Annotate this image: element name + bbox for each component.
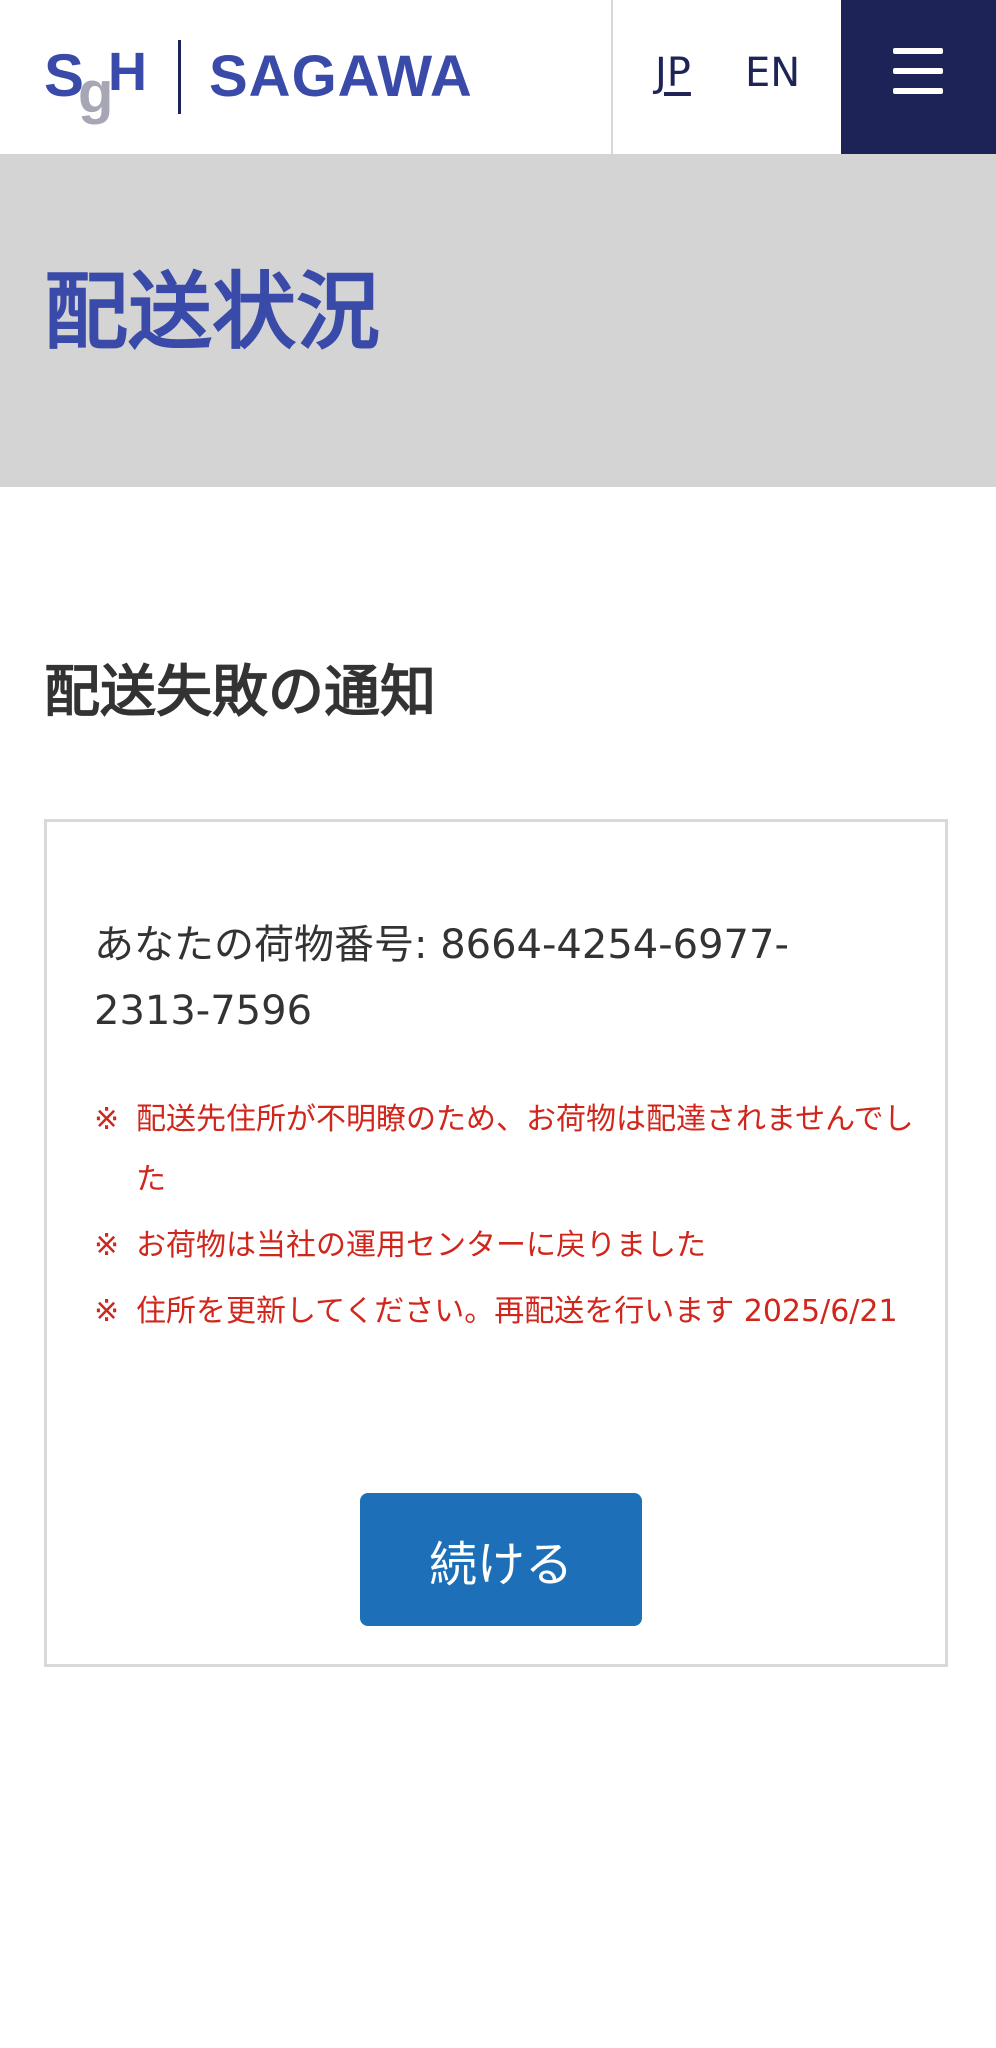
menu-bar-bottom	[893, 88, 943, 94]
site-header: S g H SAGAWA JP EN	[0, 0, 996, 155]
logo-letter-s: S	[44, 42, 84, 109]
sgh-logo-mark: S g H	[44, 39, 148, 125]
page-hero: 配送状況	[0, 154, 996, 487]
sagawa-logo[interactable]: S g H SAGAWA	[44, 38, 473, 125]
notice-text: 配送先住所が不明瞭のため、お荷物は配達されませんでした	[136, 1102, 914, 1197]
notice-item: ※ お荷物は当社の運用センターに戻りました	[94, 1216, 914, 1276]
menu-bar-middle	[893, 68, 943, 74]
notice-mark-icon: ※	[94, 1228, 120, 1263]
notice-mark-icon: ※	[94, 1102, 120, 1137]
header-divider	[611, 0, 613, 154]
logo-letter-h: H	[108, 42, 147, 102]
menu-button[interactable]	[841, 0, 996, 154]
page-title: 配送状況	[44, 263, 381, 361]
notice-list: ※ 配送先住所が不明瞭のため、お荷物は配達されませんでした ※ お荷物は当社の運…	[94, 1090, 914, 1348]
continue-button[interactable]: 続ける	[360, 1493, 642, 1626]
notice-text: お荷物は当社の運用センターに戻りました	[136, 1228, 706, 1263]
notice-item: ※ 配送先住所が不明瞭のため、お荷物は配達されませんでした	[94, 1090, 914, 1210]
menu-bar-top	[893, 48, 943, 54]
section-title: 配送失敗の通知	[44, 660, 436, 725]
language-en-link[interactable]: EN	[745, 50, 800, 96]
logo-divider	[178, 40, 181, 114]
notification-card: あなたの荷物番号: 8664-4254-6977-2313-7596 ※ 配送先…	[44, 819, 948, 1667]
notice-text: 住所を更新してください。再配送を行います 2025/6/21	[136, 1294, 898, 1329]
notice-mark-icon: ※	[94, 1294, 120, 1329]
language-jp-link[interactable]: JP	[655, 50, 691, 96]
logo-wordmark: SAGAWA	[209, 44, 473, 109]
notice-item: ※ 住所を更新してください。再配送を行います 2025/6/21	[94, 1282, 914, 1342]
tracking-number-text: あなたの荷物番号: 8664-4254-6977-2313-7596	[94, 922, 789, 1034]
